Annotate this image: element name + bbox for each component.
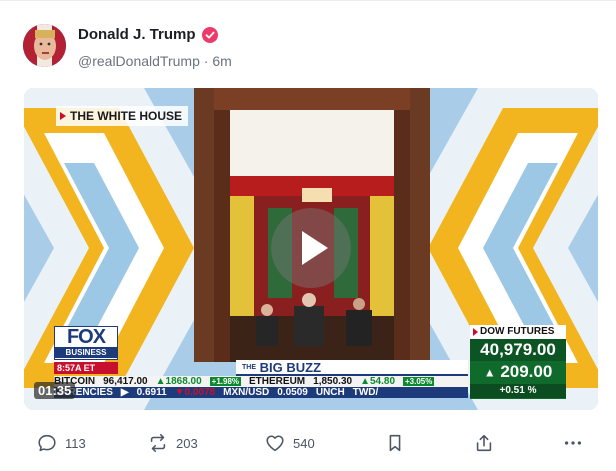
ticker-item: 1,850.30 [313,376,353,387]
ticker-item: MXN/USD [223,387,270,398]
network-logo: FOX BUSINESS [54,326,118,360]
play-button-icon[interactable] [271,208,351,288]
ticker-item: ▼0.0078 [174,387,216,398]
video-player[interactable]: THE WHITE HOUSE FOX BUSINESS 8:57A ET TH… [24,88,598,410]
author-handle[interactable]: @realDonaldTrump [78,53,200,69]
market-ticker-currencies: URRENCIES ▶ 0.6911 ▼0.0078 MXN/USD 0.0509 UNCH… [54,387,468,398]
meta-separator: · [203,53,209,69]
share-icon [476,434,492,452]
ticker-item: +3.05% [403,377,435,386]
ticker-item: TWD/ [352,387,379,398]
share-button[interactable] [473,432,495,454]
ticker-item: UNCH [315,387,345,398]
up-arrow-icon: ▲ [483,365,496,380]
more-options-button[interactable] [562,432,584,454]
repost-count: 203 [176,435,198,451]
ticker-item: ETHEREUM [249,376,306,387]
ticker-item: 0.6911 [136,387,167,398]
reply-button[interactable]: 113 [36,432,86,454]
post-time[interactable]: 6m [212,53,231,69]
show-title: THE BIG BUZZ [236,360,468,376]
reply-icon [38,434,56,452]
dow-futures-value: 40,979.00 [470,339,566,361]
bookmark-button[interactable] [384,432,406,454]
ticker-item: 0.0509 [277,387,308,398]
dow-futures-change-value: 209.00 [500,362,553,381]
verified-badge-icon [201,26,218,43]
post-actions: 113 203 540 [0,429,616,459]
like-count: 540 [293,435,315,451]
ticker-item: ▶ [120,387,129,398]
repost-button[interactable]: 203 [147,432,198,454]
reply-count: 113 [65,435,86,451]
avatar-image [23,24,66,67]
ticker-item: ▲1868.00 [155,376,202,387]
author-name-row: Donald J. Trump [78,26,218,43]
bookmark-icon [389,434,401,452]
dow-futures-percent: +0.51 % [470,383,566,398]
ticker-item: 96,417.00 [103,376,148,387]
dow-futures-box: 40,979.00 ▲ 209.00 +0.51 % [470,339,566,399]
dow-futures-title: DOW FUTURES [470,325,566,339]
location-label: THE WHITE HOUSE [56,106,189,126]
broadcast-time: 8:57A ET [54,362,118,374]
repost-icon [150,433,166,453]
ticker-item: ▲54.80 [360,376,395,387]
ticker-item: +1.98% [209,377,242,386]
market-ticker-crypto: BITCOIN 96,417.00 ▲1868.00 +1.98% ETHEREUM 1,… [54,376,468,387]
author-name[interactable]: Donald J. Trump [78,26,196,43]
author-handle-row: @realDonaldTrump · 6m [78,53,232,69]
heart-icon [266,435,284,452]
author-avatar[interactable] [23,24,66,67]
video-duration: 01:35 [34,382,76,399]
show-title-prefix: THE [242,364,256,371]
like-button[interactable]: 540 [264,432,315,454]
show-title-name: BIG BUZZ [259,360,322,375]
more-dots-icon [564,441,582,445]
post-card: Donald J. Trump @realDonaldTrump · 6m TH… [0,0,616,471]
network-logo-bottom: BUSINESS [55,347,117,358]
network-logo-top: FOX [66,326,106,348]
dow-futures-change: ▲ 209.00 [470,361,566,384]
